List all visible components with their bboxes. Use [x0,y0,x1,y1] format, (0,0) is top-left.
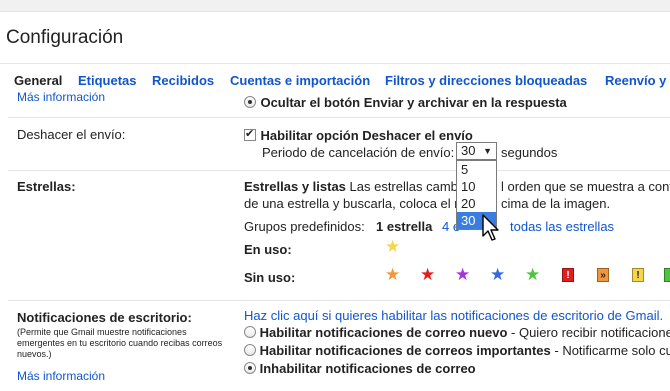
undo-send-checkbox-label: Habilitar opción Deshacer el envío [260,128,473,143]
notifications-label: Notificaciones de escritorio: [17,310,192,325]
row-divider [8,117,670,118]
red-bang-icon[interactable]: ! [562,268,574,282]
page-title: Configuración [6,27,124,48]
send-archive-option[interactable]: Ocultar el botón Enviar y archivar en la… [244,94,567,112]
send-archive-label: Ocultar el botón Enviar y archivar en la… [260,95,567,110]
stars-desc-bold: Estrellas y listas [244,179,346,194]
stars-label: Estrellas: [17,179,76,194]
green-check-icon[interactable] [664,268,670,282]
stars-description-line2-tail: cima de la imagen. [501,196,611,211]
not-in-use-label: Sin uso: [244,270,296,285]
tab-general[interactable]: General [14,73,62,88]
red-star-icon[interactable]: ★ [420,266,435,283]
more-info-link-top[interactable]: Más información [17,90,105,104]
notify-off-radio[interactable] [244,362,256,374]
yellow-star-icon[interactable]: ★ [385,238,400,255]
enable-notifications-link[interactable]: Haz clic aquí si quieres habilitar las n… [244,308,663,323]
notifications-note: (Permite que Gmail muestre notificacione… [17,327,223,359]
tab-etiquetas[interactable]: Etiquetas [78,73,137,88]
title-divider [0,63,670,64]
stars-description-tail: l orden que se muestra a cont [501,179,670,194]
notify-new-mail-rest: - Quiero recibir notificacione [507,325,670,340]
tab-cuentas-importacion[interactable]: Cuentas e importación [230,73,370,88]
preset-all-stars[interactable]: todas las estrellas [510,219,614,234]
presets-label: Grupos predefinidos: [244,219,365,234]
notify-new-mail-radio[interactable] [244,326,256,338]
notify-important-radio[interactable] [244,344,256,356]
stars-description-line2: de una estrella y buscarla, coloca el r [244,196,459,211]
cancel-period-value: 30 [461,143,476,158]
notify-off-option[interactable]: Inhabilitar notificaciones de correo [244,361,476,376]
row-divider [8,300,670,301]
browser-top-strip [0,0,670,12]
orange-guillemet-icon[interactable]: » [597,268,609,282]
tab-filtros[interactable]: Filtros y direcciones bloqueadas [385,73,587,88]
yellow-bang-icon[interactable]: ! [632,268,644,282]
seconds-unit: segundos [501,145,558,160]
cancel-period-select[interactable]: 30 ▼ [456,142,497,160]
stars-desc-text: Las estrellas camb [345,179,458,194]
dropdown-option-5[interactable]: 5 [457,161,496,178]
cancel-period-label: Periodo de cancelación de envío: [262,145,455,160]
in-use-label: En uso: [244,242,292,257]
undo-send-option[interactable]: Habilitar opción Deshacer el envío [244,127,473,145]
tab-reenvio[interactable]: Reenvío y c [605,73,670,88]
row-divider [8,170,670,171]
settings-tabs: General Etiquetas Recibidos Cuentas e im… [0,71,670,92]
blue-star-icon[interactable]: ★ [490,266,505,283]
undo-send-checkbox[interactable] [244,127,256,141]
notify-important-rest: - Notificarme solo cu [550,343,670,358]
dropdown-option-20[interactable]: 20 [457,195,496,212]
tab-recibidos[interactable]: Recibidos [152,73,214,88]
notify-new-mail-bold: Habilitar notificaciones de correo nuevo [259,325,508,340]
notify-important-bold: Habilitar notificaciones de correos impo… [259,343,551,358]
chevron-down-icon: ▼ [483,146,492,156]
mouse-cursor-icon [482,214,499,241]
purple-star-icon[interactable]: ★ [455,266,470,283]
notify-new-mail-option[interactable]: Habilitar notificaciones de correo nuevo… [244,325,670,340]
dropdown-option-10[interactable]: 10 [457,178,496,195]
undo-send-label: Deshacer el envío: [17,127,126,142]
preset-1-star[interactable]: 1 estrella [376,219,432,234]
green-star-icon[interactable]: ★ [525,266,540,283]
notify-off-bold: Inhabilitar notificaciones de correo [259,361,476,376]
orange-star-icon[interactable]: ★ [385,266,400,283]
send-archive-radio[interactable] [244,96,256,108]
notify-important-option[interactable]: Habilitar notificaciones de correos impo… [244,343,670,358]
stars-description-line1: Estrellas y listas Las estrellas camb [244,179,458,194]
more-info-link-notifications[interactable]: Más información [17,369,105,383]
